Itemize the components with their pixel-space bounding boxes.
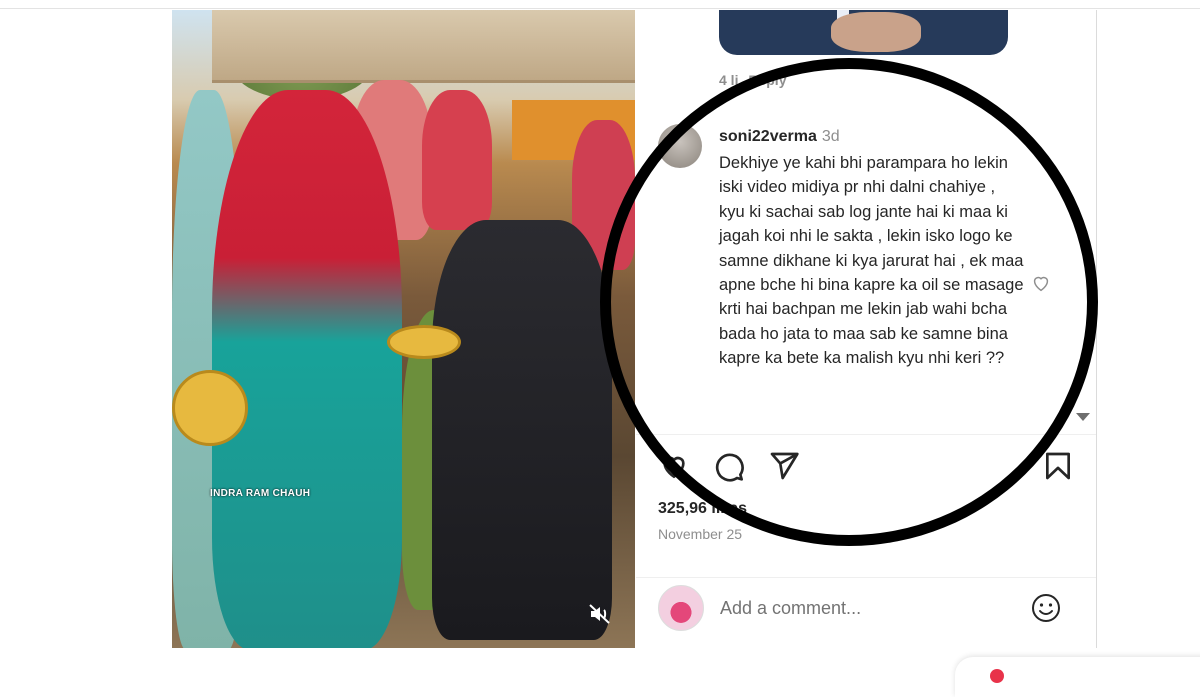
previous-comment-image [719,10,1008,55]
comment-text: Dekhiye ye kahi bhi parampara ho lekin i… [719,154,1024,368]
comment-age[interactable]: 3d [822,128,840,145]
image-detail [831,12,921,52]
speaker-muted-icon[interactable] [588,602,612,626]
bookmark-icon[interactable] [1042,450,1074,482]
comment-username[interactable]: soni22verma [719,128,817,145]
likes-count[interactable]: 325,96 likes [658,500,747,518]
previous-comment-meta: 4 li Reply [719,72,786,88]
video-watermark: INDRA RAM CHAUH [210,488,311,499]
divider [636,434,1096,435]
messages-bubble[interactable] [955,657,1200,697]
puja-plate [172,370,248,446]
comment-input[interactable] [718,593,1012,623]
heart-icon[interactable] [658,450,690,482]
reply-button[interactable]: Reply [748,72,786,88]
previous-comment-likes[interactable]: 4 li [719,72,738,88]
woman-in-red-veil [212,90,402,648]
background-tent [212,10,635,83]
avatar[interactable] [658,124,702,168]
emoji-icon[interactable] [1030,592,1062,624]
comment-icon[interactable] [713,450,745,482]
comment-header: soni22verma 3d [719,128,840,146]
notification-dot [990,669,1004,683]
share-icon[interactable] [768,450,800,482]
heart-outline-icon[interactable] [1030,272,1052,294]
post-side-panel: 4 li Reply soni22verma 3d Dekhiye ye kahi… [636,10,1097,648]
add-comment-row [658,585,1078,631]
avatar [658,585,704,631]
post-date: November 25 [658,526,743,542]
top-divider [0,8,1200,9]
action-bar [636,450,1096,490]
puja-plate [387,325,461,359]
divider [636,577,1096,578]
scroll-down-arrow[interactable] [1076,413,1090,421]
person-background [422,90,492,230]
groom-in-black-suit [432,220,612,640]
post-video[interactable]: INDRA RAM CHAUH [172,10,635,648]
